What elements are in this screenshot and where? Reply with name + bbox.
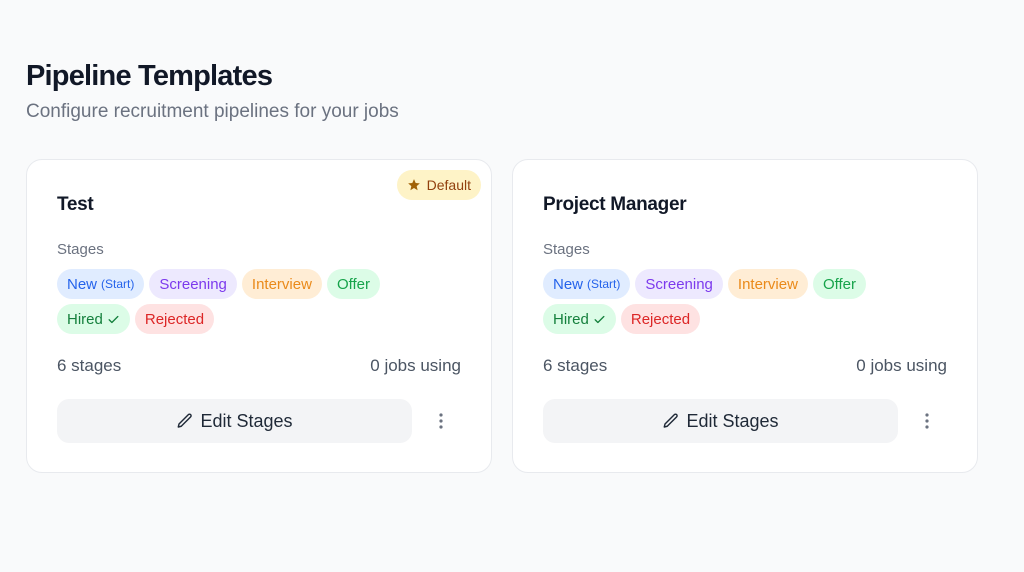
check-icon bbox=[108, 315, 119, 323]
stage-chip-hired: Hired bbox=[57, 304, 130, 334]
stage-chip-label: Hired bbox=[553, 310, 589, 328]
stage-chip-label: New bbox=[67, 275, 98, 293]
card-stats: 6 stages 0 jobs using bbox=[57, 356, 461, 376]
stage-chip-rejected: Rejected bbox=[620, 304, 701, 334]
stage-chip-label: New bbox=[553, 275, 584, 293]
stage-chip-interview: Interview bbox=[241, 269, 322, 299]
edit-stages-label: Edit Stages bbox=[686, 410, 779, 431]
stage-chip-screening: Screening bbox=[635, 269, 723, 299]
stages-label: Stages bbox=[543, 241, 590, 258]
card-stats: 6 stages 0 jobs using bbox=[543, 356, 947, 376]
edit-stages-button[interactable]: Edit Stages bbox=[57, 399, 412, 443]
card-title: Test bbox=[57, 194, 94, 215]
stage-chip-rejected: Rejected bbox=[134, 304, 215, 334]
stage-count: 6 stages bbox=[57, 356, 122, 375]
edit-stages-button[interactable]: Edit Stages bbox=[543, 399, 898, 443]
pencil-icon bbox=[664, 413, 679, 428]
star-icon bbox=[407, 179, 420, 191]
more-options-button[interactable] bbox=[915, 407, 939, 435]
stage-chip-new: New (Start) bbox=[57, 269, 145, 299]
pipeline-card-project-manager[interactable]: Project Manager Stages New (Start) Scree… bbox=[512, 159, 978, 473]
stage-chip-interview: Interview bbox=[727, 269, 808, 299]
stage-chip-offer: Offer bbox=[812, 269, 867, 299]
stage-chip-hired: Hired bbox=[543, 304, 616, 334]
stage-chip-screening: Screening bbox=[149, 269, 237, 299]
page-header: Pipeline Templates Configure recruitment… bbox=[26, 58, 399, 124]
pipeline-card-test[interactable]: Default Test Stages New (Start) Screenin… bbox=[26, 159, 492, 473]
more-vertical-icon bbox=[439, 413, 443, 429]
more-options-button[interactable] bbox=[429, 407, 453, 435]
page-subtitle: Configure recruitment pipelines for your… bbox=[26, 101, 399, 122]
more-vertical-icon bbox=[925, 413, 929, 429]
check-icon bbox=[594, 315, 605, 323]
default-badge: Default bbox=[396, 170, 481, 200]
jobs-using-count: 0 jobs using bbox=[856, 356, 947, 375]
stage-count: 6 stages bbox=[543, 356, 608, 375]
edit-stages-label: Edit Stages bbox=[200, 410, 293, 431]
start-tag: (Start) bbox=[101, 277, 135, 291]
pencil-icon bbox=[178, 413, 193, 428]
stage-chip-new: New (Start) bbox=[543, 269, 631, 299]
stage-chip-label: Hired bbox=[67, 310, 103, 328]
pipeline-template-list: Default Test Stages New (Start) Screenin… bbox=[26, 159, 978, 473]
start-tag: (Start) bbox=[587, 277, 621, 291]
stage-chip-offer: Offer bbox=[326, 269, 381, 299]
card-title: Project Manager bbox=[543, 194, 687, 215]
stages-label: Stages bbox=[57, 241, 104, 258]
jobs-using-count: 0 jobs using bbox=[370, 356, 461, 375]
default-badge-label: Default bbox=[426, 177, 471, 193]
page-title: Pipeline Templates bbox=[26, 60, 273, 92]
stage-chips: New (Start) Screening Interview Offer Hi… bbox=[57, 269, 417, 334]
stage-chips: New (Start) Screening Interview Offer Hi… bbox=[543, 269, 903, 334]
